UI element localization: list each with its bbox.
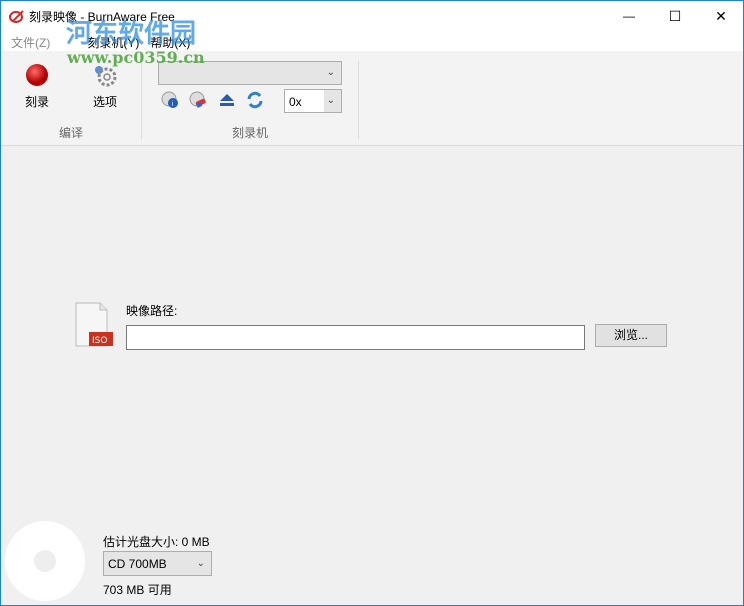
chevron-down-icon: ⌄ [326,66,335,78]
record-icon [26,64,48,86]
minimize-button[interactable]: — [606,1,652,31]
minimize-icon: — [623,9,635,23]
available-space-label: 703 MB 可用 [103,583,172,597]
image-path-input[interactable] [126,325,585,350]
chevron-down-icon: ⌄ [326,94,335,106]
disc-type-select[interactable]: CD 700MB ⌄ [103,551,212,576]
erase-disc-icon[interactable] [189,91,207,109]
disc-type-value: CD 700MB [108,557,167,571]
divider [358,61,359,139]
divider [141,61,142,139]
maximize-button[interactable]: ☐ [652,1,698,31]
refresh-icon[interactable] [246,91,264,109]
iso-file-icon: ISO [75,302,113,347]
browse-button[interactable]: 浏览... [595,324,667,347]
options-label: 选项 [92,95,117,109]
burn-label: 刻录 [24,95,49,109]
group-compile-label: 编译 [59,126,84,140]
burn-button[interactable]: 刻录 [12,61,62,109]
watermark-text: 河东软件园 [66,19,197,49]
menu-file[interactable]: 文件(Z) [9,31,59,51]
chevron-down-icon: ⌄ [196,557,205,569]
speed-value: 0x [289,95,302,109]
group-burner-label: 刻录机 [232,126,269,140]
app-window: 刻录映像 - BurnAware Free — ☐ ✕ 文件(Z) 刻录机(Y)… [0,0,744,606]
speed-select[interactable]: 0x ⌄ [284,89,342,113]
disc-icon [5,521,85,601]
image-path-label: 映像路径: [126,304,178,318]
app-logo-icon [9,10,24,23]
eject-icon[interactable] [218,91,236,109]
close-icon: ✕ [715,7,727,24]
maximize-icon: ☐ [668,7,682,24]
close-button[interactable]: ✕ [698,1,744,31]
disc-info-icon[interactable]: i [161,91,179,109]
estimated-size-label: 估计光盘大小: 0 MB [103,535,210,549]
iso-badge: ISO [92,336,107,346]
watermark-url: www.pc0359.cn [67,48,205,67]
